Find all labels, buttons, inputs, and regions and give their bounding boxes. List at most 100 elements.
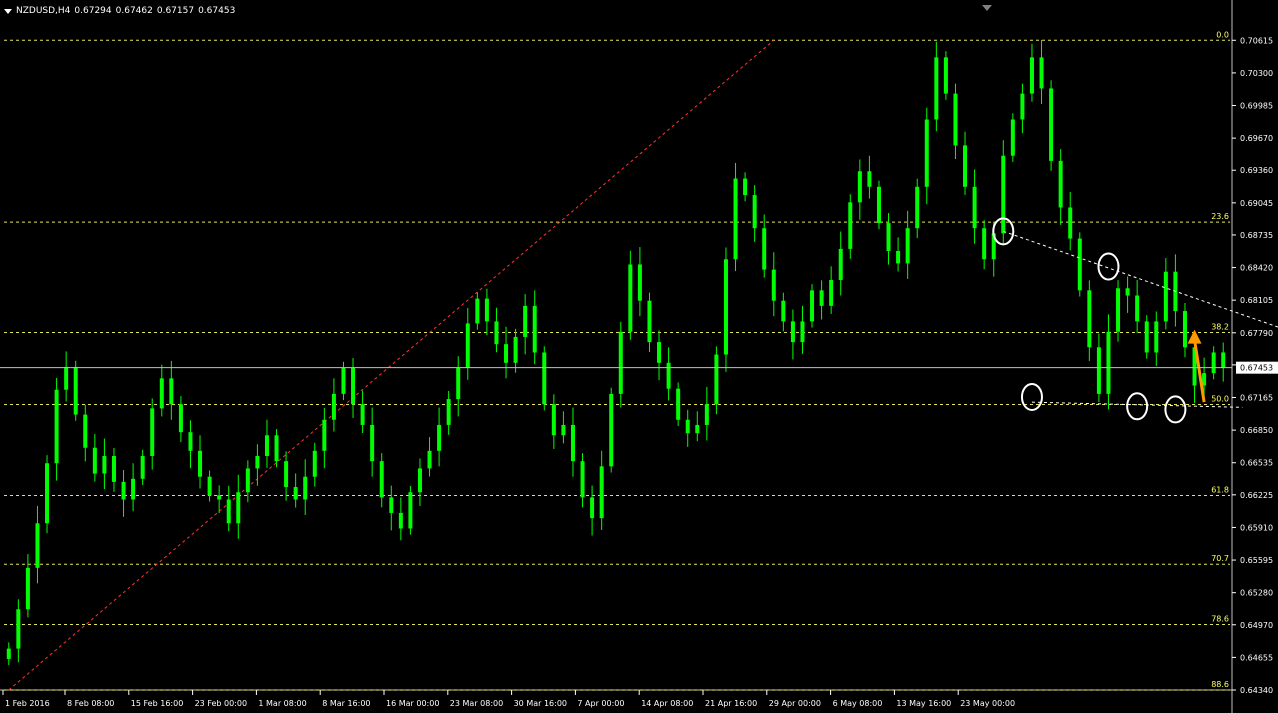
candle <box>810 284 815 328</box>
candle <box>953 83 958 160</box>
candle-body <box>1029 57 1034 94</box>
chart[interactable]: NZDUSD,H4 0.67294 0.67462 0.67157 0.6745… <box>0 0 1278 713</box>
candle-body <box>360 404 365 425</box>
price-tick-label: 0.69045 <box>1240 199 1273 208</box>
candle <box>6 642 11 666</box>
candle <box>188 420 193 469</box>
price-tick-label: 0.65910 <box>1240 523 1273 532</box>
fib-level-label: 38.2 <box>1211 322 1229 331</box>
candle <box>140 449 145 485</box>
price-tick-label: 0.66850 <box>1240 426 1273 435</box>
candle <box>1211 346 1216 380</box>
candle <box>1087 280 1092 361</box>
candle-body <box>1096 347 1101 394</box>
candle <box>351 358 356 418</box>
candle <box>398 497 403 541</box>
candle-body <box>351 367 356 405</box>
candle <box>322 407 327 469</box>
time-tick-label: 29 Apr 00:00 <box>769 699 821 708</box>
candle <box>637 247 642 317</box>
candle-body <box>494 321 499 345</box>
candle <box>1068 191 1073 251</box>
time-tick-label: 1 Feb 2016 <box>5 699 50 708</box>
candle-body <box>800 321 805 343</box>
candle-body <box>1182 311 1187 348</box>
candle-body <box>264 435 269 456</box>
candle <box>236 474 241 539</box>
candle-body <box>704 404 709 425</box>
candle-body <box>398 512 403 529</box>
candle <box>1135 279 1140 334</box>
candle <box>972 169 977 244</box>
candle-body <box>1068 207 1073 239</box>
candle-body <box>886 223 891 251</box>
candle-body <box>762 228 767 270</box>
candle-body <box>140 455 145 479</box>
candle-body <box>1116 288 1121 332</box>
candle <box>1039 39 1044 104</box>
candle <box>16 599 21 663</box>
candle <box>64 351 69 402</box>
candle-body <box>389 497 394 513</box>
candle <box>695 411 700 442</box>
candle-body <box>580 461 585 498</box>
candle-body <box>1221 352 1226 368</box>
candle-body <box>111 455 116 482</box>
pattern-point-circle <box>1126 392 1149 421</box>
candle-body <box>609 393 614 467</box>
time-tick-label: 23 Mar 08:00 <box>450 699 503 708</box>
candle-body <box>637 264 642 301</box>
candle-body <box>590 497 595 519</box>
price-tick-label: 0.67790 <box>1240 329 1273 338</box>
time-tick-label: 6 May 08:00 <box>833 699 883 708</box>
candle <box>226 485 231 532</box>
candle <box>704 386 709 441</box>
candle-body <box>54 389 59 464</box>
candle-body <box>618 331 623 394</box>
candle <box>465 307 470 380</box>
candle <box>475 292 480 330</box>
candle-body <box>504 344 509 363</box>
candle <box>723 247 728 372</box>
candle <box>1010 113 1015 162</box>
candle-body <box>513 336 518 363</box>
fib-level-label: 50.0 <box>1211 395 1229 404</box>
candle-body <box>819 290 824 306</box>
candle <box>857 159 862 220</box>
candle-body <box>83 414 88 448</box>
candle <box>628 250 633 340</box>
candle-body <box>848 202 853 249</box>
candle-body <box>876 186 881 224</box>
candle <box>771 252 776 317</box>
candle-body <box>676 388 681 420</box>
candle <box>92 434 97 482</box>
price-tick-label: 0.64655 <box>1240 653 1273 662</box>
candle-body <box>484 298 489 322</box>
candle-body <box>245 468 250 493</box>
candle-body <box>456 367 461 400</box>
candle <box>284 451 289 501</box>
price-tick-label: 0.64340 <box>1240 686 1273 695</box>
candle-body <box>1077 238 1082 291</box>
candle-body <box>331 393 336 420</box>
candle <box>25 554 30 618</box>
candle <box>934 41 939 132</box>
candle-body <box>1154 321 1159 353</box>
candle <box>379 453 384 508</box>
candle <box>781 292 786 332</box>
candle <box>1049 80 1054 171</box>
candle <box>886 213 891 265</box>
candle <box>943 51 948 100</box>
candle-body <box>570 424 575 462</box>
candle <box>417 458 422 506</box>
fib-level-label: 70.7 <box>1211 554 1229 563</box>
candle-body <box>92 447 97 474</box>
candle-body <box>312 450 317 477</box>
candle <box>1029 43 1034 102</box>
candle-body <box>857 171 862 203</box>
candle-body <box>982 228 987 260</box>
candle-body <box>657 342 662 363</box>
candle-body <box>25 567 30 610</box>
candle-body <box>1020 93 1025 120</box>
candle-body <box>781 300 786 322</box>
